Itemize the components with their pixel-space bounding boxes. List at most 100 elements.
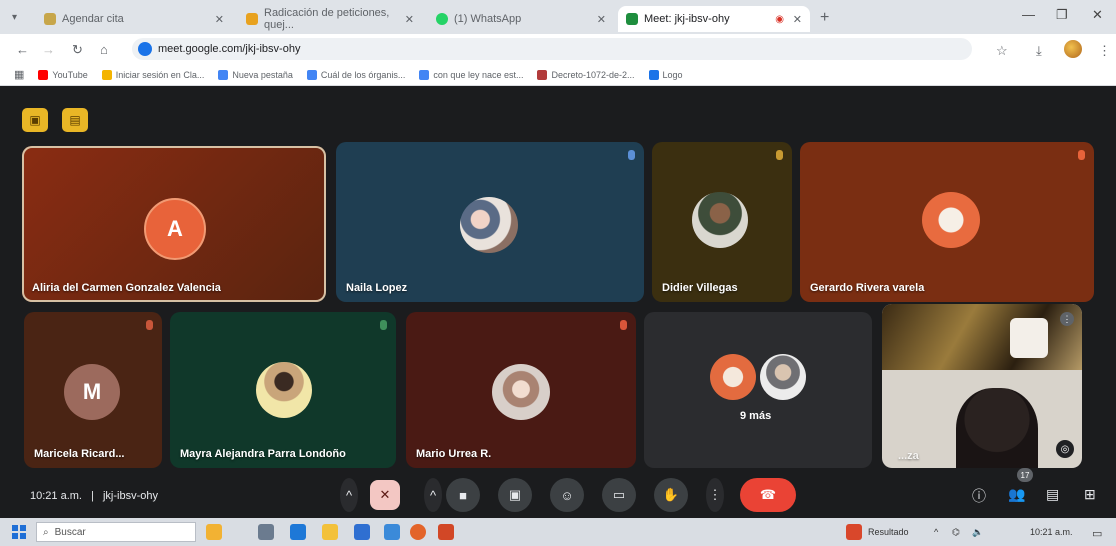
avatar [692,192,748,248]
more-options-icon[interactable]: ⋮ [706,478,724,512]
bookmark-nueva-pestana[interactable]: Nueva pestaña [218,69,293,80]
tab-title: Agendar cita [62,13,124,25]
participant-tile-mayra[interactable]: Mayra Alejandra Parra Londoño [170,312,396,468]
profile-avatar[interactable] [1064,40,1082,58]
emoji-icon[interactable]: ☺ [550,478,584,512]
meeting-info: 10:21 a.m. | jkj-ibsv-ohy [30,490,158,502]
browser-tab-strip: ▾ Agendar cita ✕ Radicación de peticione… [0,0,1116,34]
firefox-icon[interactable] [410,524,426,540]
participant-tile-more[interactable]: 9 más [644,312,872,468]
network-icon[interactable]: ⌬ [952,527,960,538]
office-icon[interactable] [438,524,454,540]
avatar [922,192,980,248]
tab-whatsapp[interactable]: (1) WhatsApp ✕ [428,6,614,32]
self-video-person [956,388,1038,468]
weather-icon[interactable] [846,524,862,540]
notifications-icon[interactable]: ▭ [1092,527,1102,540]
tab-radicacion[interactable]: Radicación de peticiones, quej... ✕ [238,6,422,32]
address-bar[interactable]: meet.google.com/jkj-ibsv-ohy [132,38,972,60]
bookmark-logo[interactable]: Logo [648,69,683,80]
bookmark-decreto[interactable]: Decreto-1072-de-2... [537,69,635,80]
forward-icon[interactable]: → [42,42,55,57]
activities-grid-icon[interactable]: ⊞ [1084,486,1096,503]
download-icon[interactable]: ⤓ [1036,43,1042,59]
participant-tile-mario[interactable]: Mario Urrea R. [406,312,636,468]
new-tab-icon[interactable]: + [820,9,829,27]
close-icon[interactable]: ✕ [215,13,224,26]
info-panel-icon[interactable]: ▤ [62,108,88,132]
participant-tile-naila[interactable]: Naila Lopez [336,142,644,302]
tab-title: Meet: jkj-ibsv-ohy [644,13,730,25]
mic-icon [628,150,635,160]
bookmark-ley[interactable]: con que ley nace est... [419,69,523,80]
bookmark-label: Logo [662,69,683,80]
video-options-chevron-icon[interactable]: ^ [424,478,442,512]
tray-chevron-icon[interactable]: ^ [934,527,938,537]
restore-icon[interactable]: ❐ [1056,7,1068,23]
windows-taskbar: ⌕ Buscar Resultado ^ ⌬ 🔈 10:21 a.m. ▭ [0,518,1116,546]
close-icon[interactable]: ✕ [597,13,606,26]
bookmark-youtube[interactable]: YouTube [38,69,88,80]
tab-agendar-cita[interactable]: Agendar cita ✕ [36,6,232,32]
participant-tile-maricela[interactable]: M Maricela Ricard... [24,312,162,468]
bookmark-iniciar-sesion[interactable]: Iniciar sesión en Cla... [101,69,205,80]
picture-detail [1010,318,1048,358]
mail-icon[interactable] [384,524,400,540]
captions-icon[interactable]: ▭ [602,478,636,512]
widgets-icon[interactable] [206,524,222,540]
avatar [710,354,756,400]
participant-tile-self[interactable]: ⋮ ◎ ...za [882,304,1082,468]
store-icon[interactable] [354,524,370,540]
participant-tile-didier[interactable]: Didier Villegas [652,142,792,302]
avatar: A [144,198,206,260]
mic-icon [620,320,627,330]
task-view-icon[interactable] [258,524,274,540]
volume-icon[interactable]: 🔈 [972,527,983,538]
bookmark-organismos[interactable]: Cuál de los órganis... [306,69,406,80]
bookmark-folder-icon [648,69,659,80]
menu-kebab-icon[interactable]: ⋮ [1098,43,1111,59]
pin-icon[interactable]: ◎ [1056,440,1074,458]
edge-icon[interactable] [290,524,306,540]
tab-search-chevron-icon[interactable]: ▾ [12,12,17,23]
reload-icon[interactable]: ↻ [72,42,83,58]
window-close-icon[interactable]: ✕ [1092,7,1103,23]
present-screen-icon[interactable]: ▣ [498,478,532,512]
camera-icon[interactable]: ■ [446,478,480,512]
back-icon[interactable]: ← [16,42,29,57]
close-icon[interactable]: ✕ [793,13,802,26]
close-icon[interactable]: ✕ [405,13,414,26]
taskbar-search[interactable]: ⌕ Buscar [36,522,196,542]
site-info-icon[interactable] [138,42,152,56]
participant-name: Gerardo Rivera varela [810,282,925,294]
separator: | [91,490,94,502]
mic-off-icon[interactable]: ✕ [370,480,400,510]
more-options-icon[interactable]: ⋮ [1060,312,1074,326]
leave-call-button[interactable]: ☎ [740,478,796,512]
search-icon: ⌕ [43,526,49,538]
mic-icon [1078,150,1085,160]
audio-options-chevron-icon[interactable]: ^ [340,478,358,512]
browser-toolbar: ← → ↻ ⌂ meet.google.com/jkj-ibsv-ohy ☆ ⤓… [0,34,1116,64]
bookmark-label: Cuál de los órganis... [320,69,406,80]
document-icon [537,69,548,80]
participant-name: Aliria del Carmen Gonzalez Valencia [32,282,221,294]
raise-hand-icon[interactable]: ✋ [654,478,688,512]
file-explorer-icon[interactable] [322,524,338,540]
more-participants-label: 9 más [740,410,772,422]
participant-tile-aliria[interactable]: A Aliria del Carmen Gonzalez Valencia [22,146,326,302]
avatar [460,197,518,253]
home-icon[interactable]: ⌂ [100,42,108,57]
windows-start-icon[interactable] [12,525,26,539]
bookmark-star-icon[interactable]: ☆ [996,43,1008,59]
bookmark-label: Iniciar sesión en Cla... [115,69,205,80]
participant-name: Naila Lopez [346,282,408,294]
chat-icon[interactable]: ▤ [1046,486,1059,503]
minimize-icon[interactable]: — [1022,7,1035,22]
activities-icon[interactable]: ▣ [22,108,48,132]
meeting-details-icon[interactable]: ⓘ [972,486,986,506]
apps-grid-icon[interactable]: ▦ [14,68,24,81]
participant-tile-gerardo[interactable]: Gerardo Rivera varela [800,142,1094,302]
tab-meet[interactable]: Meet: jkj-ibsv-ohy ◉ ✕ [618,6,810,32]
people-icon[interactable]: 👥 [1008,486,1025,503]
